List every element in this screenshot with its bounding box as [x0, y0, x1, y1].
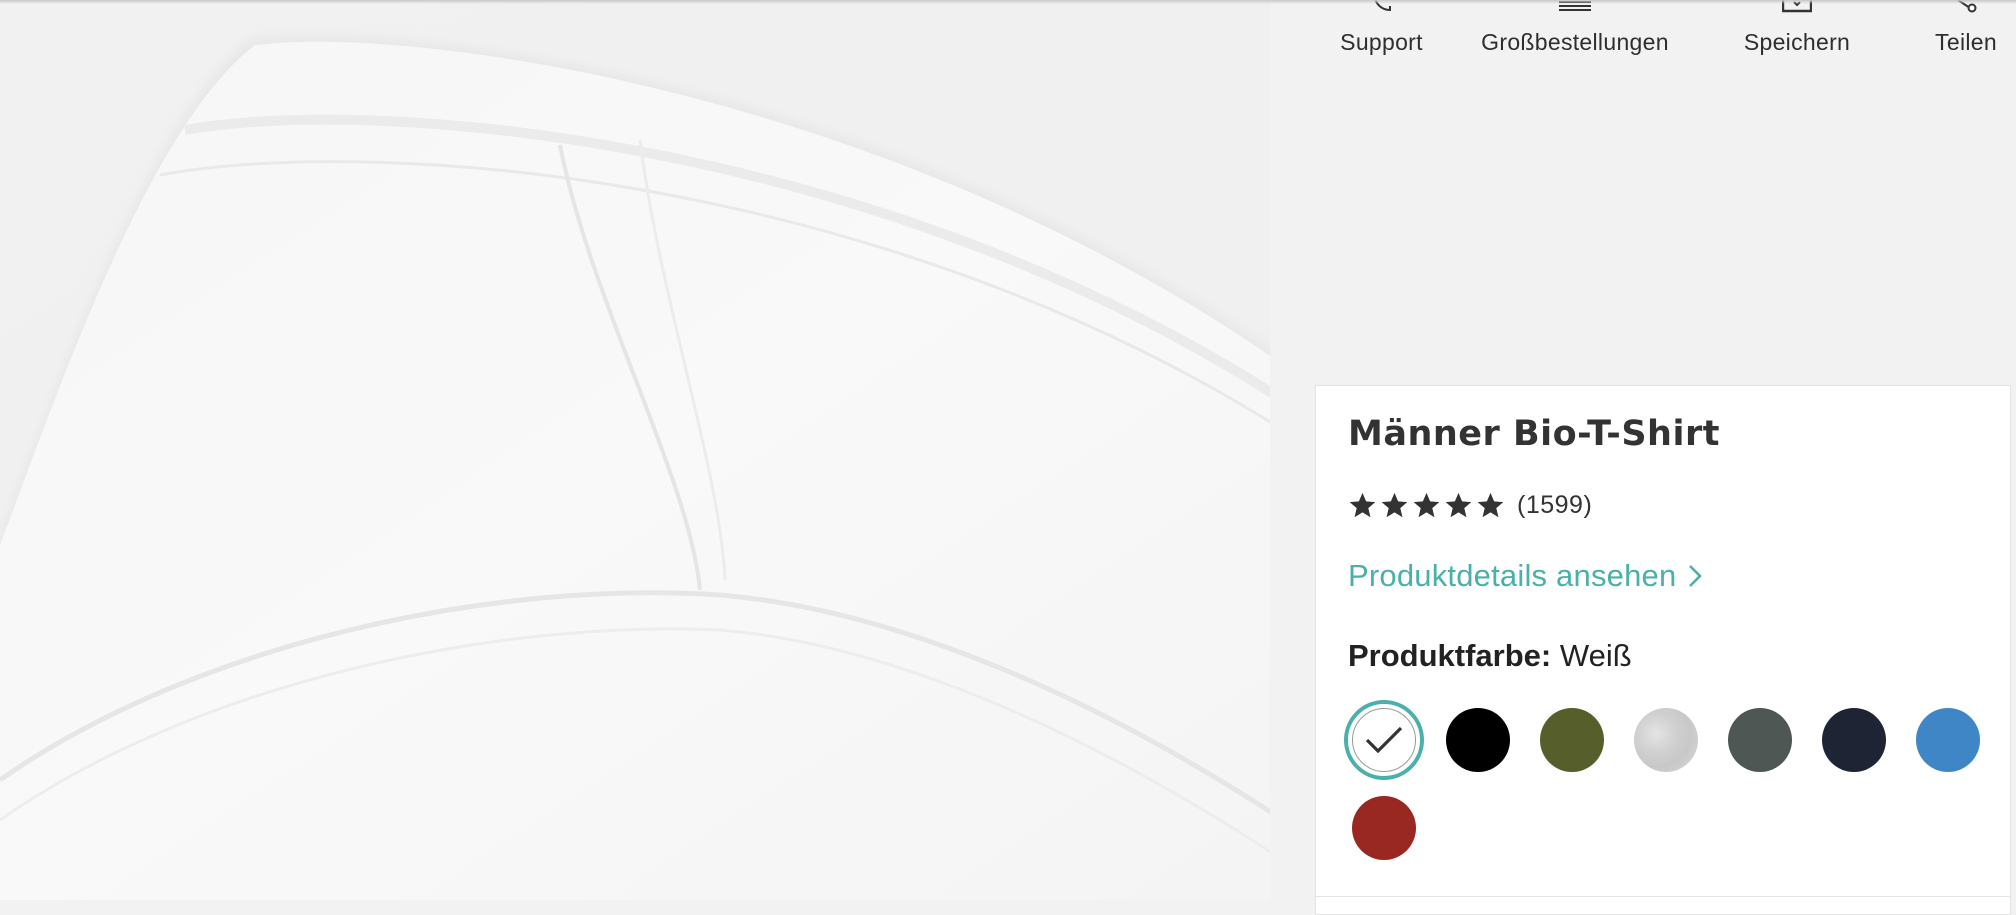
product-details-link[interactable]: Produktdetails ansehen [1348, 558, 1703, 594]
review-count: (1599) [1517, 491, 1593, 519]
star-icon [1445, 492, 1472, 518]
star-icon [1349, 492, 1376, 518]
star-icon [1381, 492, 1408, 518]
share-button[interactable]: Teilen [1920, 0, 2012, 70]
product-image[interactable] [0, 0, 1283, 900]
swatch-black[interactable] [1446, 708, 1510, 772]
header-shadow [0, 0, 2016, 4]
swatch-blue[interactable] [1916, 708, 1980, 772]
bulk-order-button[interactable]: Großbestellungen [1472, 0, 1678, 70]
product-color-value: Weiß [1559, 638, 1632, 673]
product-details-label: Produktdetails ansehen [1348, 558, 1677, 593]
product-info-panel: Männer Bio-T-Shirt (1599) Produktdetails… [1315, 385, 2011, 915]
star-icon [1477, 492, 1504, 518]
save-label: Speichern [1743, 29, 1851, 55]
swatch-heather-gray[interactable] [1634, 708, 1698, 772]
tshirt-photo [0, 0, 1283, 900]
share-label: Teilen [1935, 29, 1997, 55]
swatch-white-inner [1352, 708, 1416, 772]
product-color-row: Produktfarbe: Weiß [1348, 638, 1632, 674]
swatch-dark-gray[interactable] [1728, 708, 1792, 772]
product-title: Männer Bio-T-Shirt [1348, 414, 1720, 454]
product-color-label: Produktfarbe: [1348, 638, 1552, 673]
chevron-right-icon [1689, 565, 1703, 587]
star-icon [1413, 492, 1440, 518]
product-rating[interactable]: (1599) [1348, 491, 1592, 520]
rating-stars [1348, 491, 1505, 520]
swatch-navy[interactable] [1822, 708, 1886, 772]
checkmark-icon [1365, 726, 1403, 754]
panel-divider [1316, 896, 2010, 897]
action-bar: Support Großbestellungen Speichern Teile… [1300, 0, 2016, 70]
swatch-olive[interactable] [1540, 708, 1604, 772]
save-button[interactable]: Speichern [1734, 0, 1860, 70]
support-button[interactable]: Support [1319, 0, 1444, 70]
swatch-white[interactable] [1344, 700, 1424, 780]
bulk-order-label: Großbestellungen [1481, 29, 1669, 55]
support-label: Support [1340, 29, 1423, 55]
swatch-red[interactable] [1352, 796, 1416, 860]
